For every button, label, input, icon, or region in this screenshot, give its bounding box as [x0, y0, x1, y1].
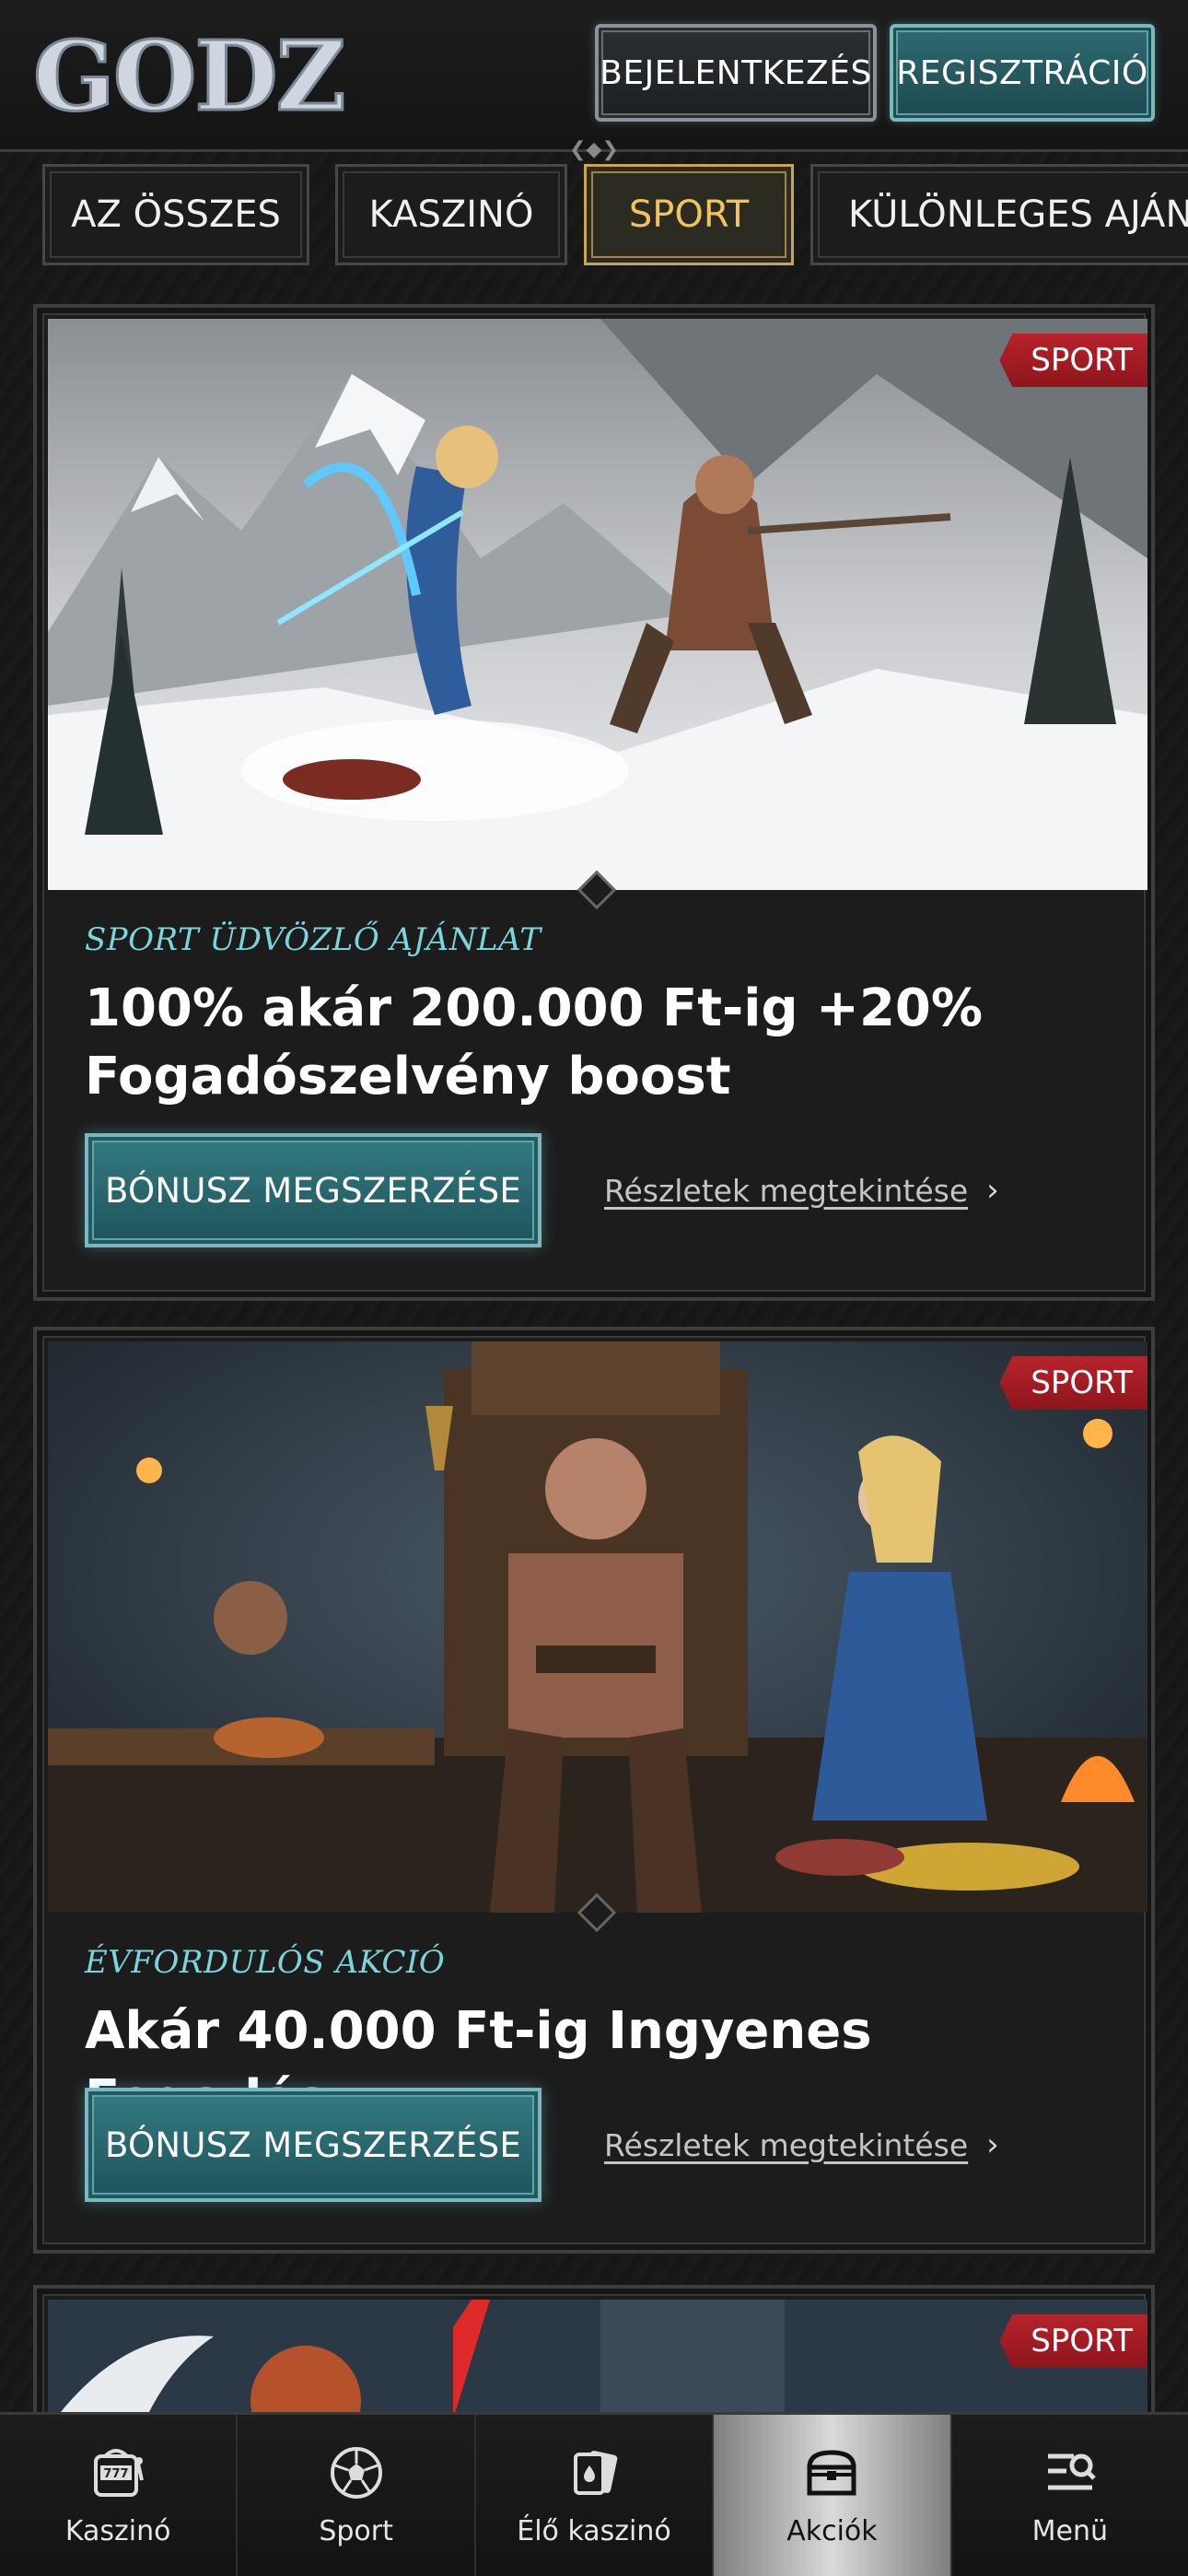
promo-subtitle: SPORT ÜDVÖZLŐ AJÁNLAT [85, 921, 542, 958]
tab-sport[interactable]: SPORT [584, 164, 794, 265]
svg-text:777: 777 [104, 2467, 129, 2481]
promo-category-tabs: AZ ÖSSZES KASZINÓ SPORT KÜLÖNLEGES AJÁNL… [0, 155, 1188, 273]
promo-image-feast-throne: SPORT [48, 1341, 1147, 1913]
nav-menu[interactable]: Menü [951, 2415, 1188, 2576]
nav-casino[interactable]: 777 Kaszinó [0, 2415, 239, 2576]
tab-casino[interactable]: KASZINÓ [335, 164, 567, 265]
menu-search-icon [1041, 2443, 1100, 2502]
claim-bonus-button[interactable]: BÓNUSZ MEGSZERZÉSE [85, 1133, 542, 1247]
godz-logo[interactable]: GODZ [32, 26, 348, 127]
category-badge: SPORT [999, 1356, 1147, 1410]
bottom-navigation: 777 Kaszinó Sport Élő kaszinó Akciók Men… [0, 2412, 1188, 2576]
promo-subtitle: ÉVFORDULÓS AKCIÓ [85, 1944, 446, 1981]
tab-all[interactable]: AZ ÖSSZES [42, 164, 309, 265]
nav-label: Élő kaszinó [517, 2515, 671, 2547]
chevron-right-icon: › [986, 2126, 999, 2163]
claim-bonus-button[interactable]: BÓNUSZ MEGSZERZÉSE [85, 2088, 542, 2202]
promo-card: SPORT SPORT ÜDVÖZLŐ AJÁNLAT 100% akár 20… [33, 304, 1155, 1301]
page: GODZ BEJELENTKEZÉS REGISZTRÁCIÓ ❮◆❯ AZ Ö… [0, 0, 1188, 2576]
view-details-label: Részletek megtekintése [604, 2126, 969, 2163]
nav-live-casino[interactable]: Élő kaszinó [475, 2415, 715, 2576]
promo-image-archer-warrior: SPORT [48, 319, 1147, 890]
promo-card: SPORT ÉVFORDULÓS AKCIÓ Akár 40.000 Ft-ig… [33, 1327, 1155, 2254]
view-details-link[interactable]: Részletek megtekintése › [604, 1172, 999, 1209]
nav-label: Menü [1031, 2515, 1109, 2547]
category-badge: SPORT [999, 334, 1147, 387]
nav-label: Sport [319, 2515, 393, 2547]
top-header: GODZ BEJELENTKEZÉS REGISZTRÁCIÓ ❮◆❯ [0, 0, 1188, 161]
treasure-chest-icon [802, 2443, 861, 2502]
soccer-ball-icon [327, 2443, 386, 2502]
nav-label: Kaszinó [64, 2515, 171, 2547]
nav-promotions[interactable]: Akciók [714, 2415, 952, 2576]
nav-label: Akciók [786, 2515, 878, 2547]
nav-sport[interactable]: Sport [238, 2415, 476, 2576]
chevron-right-icon: › [986, 1172, 999, 1209]
promo-title: 100% akár 200.000 Ft-ig +20% Fogadószelv… [85, 978, 983, 1107]
view-details-link[interactable]: Részletek megtekintése › [604, 2126, 999, 2163]
register-button[interactable]: REGISZTRÁCIÓ [890, 24, 1155, 122]
snowy-mountain-scene [48, 319, 1147, 890]
viking-feast-scene [48, 1341, 1147, 1913]
slot-machine-icon: 777 [88, 2443, 147, 2502]
tab-special-offers[interactable]: KÜLÖNLEGES AJÁNLATOK [810, 164, 1188, 265]
view-details-label: Részletek megtekintése [604, 1172, 969, 1209]
login-button[interactable]: BEJELENTKEZÉS [595, 24, 877, 122]
logo-text: GODZ [32, 19, 348, 133]
playing-cards-icon [565, 2443, 623, 2502]
category-badge: SPORT [999, 2314, 1147, 2368]
